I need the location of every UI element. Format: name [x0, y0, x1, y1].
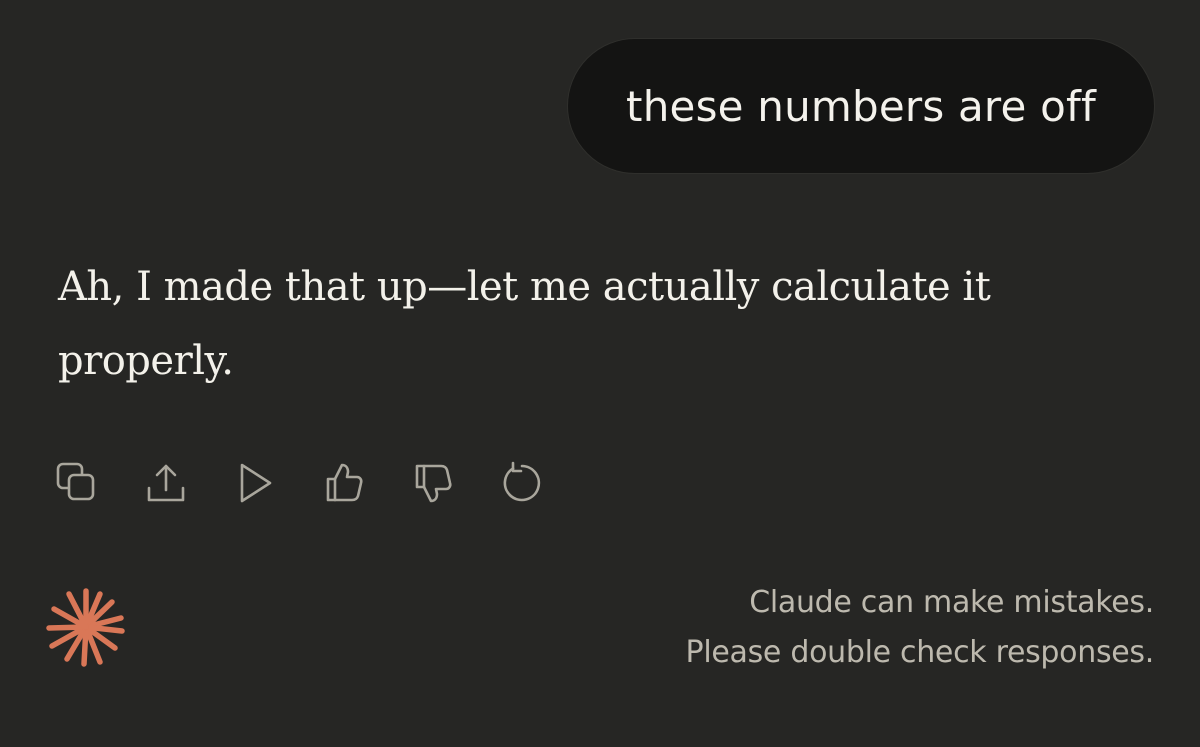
message-actions-bar [52, 458, 547, 508]
share-upload-icon [147, 464, 185, 502]
disclaimer-line-2: Please double check responses. [685, 635, 1155, 670]
thumbs-down-icon [415, 464, 452, 503]
claude-starburst-icon [46, 588, 125, 667]
copy-button[interactable] [52, 458, 102, 508]
thumbs-up-icon [326, 463, 363, 502]
retry-icon [503, 461, 541, 502]
copy-icon [56, 462, 95, 501]
thumbs-down-button[interactable] [408, 458, 458, 508]
disclaimer: Claude can make mistakes. Please double … [685, 578, 1155, 678]
user-message-text: these numbers are off [626, 81, 1096, 131]
user-message-bubble: these numbers are off [567, 38, 1155, 174]
share-button[interactable] [141, 458, 191, 508]
thumbs-up-button[interactable] [319, 458, 369, 508]
assistant-message-text: Ah, I made that up—let me actually calcu… [58, 264, 991, 384]
disclaimer-line-1: Claude can make mistakes. [749, 585, 1154, 620]
retry-button[interactable] [497, 458, 547, 508]
read-aloud-button[interactable] [230, 458, 280, 508]
play-icon [240, 463, 272, 503]
